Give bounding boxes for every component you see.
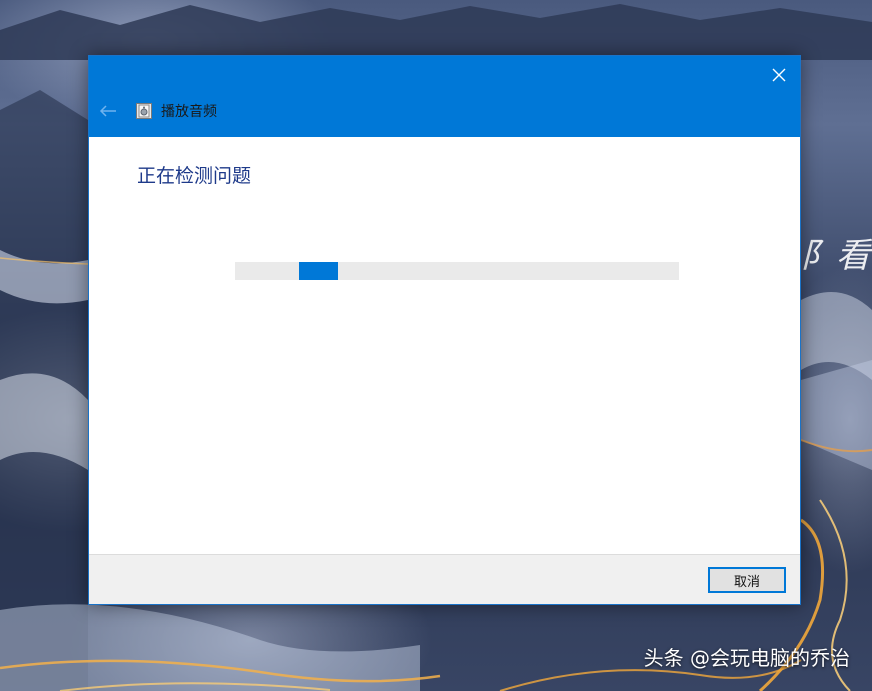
watermark: 头条 @会玩电脑的乔治	[643, 646, 850, 670]
progress-indicator	[299, 262, 338, 280]
back-arrow-icon	[99, 105, 116, 117]
progress-bar	[235, 262, 679, 280]
page-heading: 正在检测问题	[137, 165, 252, 187]
speaker-icon	[136, 103, 152, 119]
app-title: 播放音频	[161, 104, 217, 120]
cancel-button[interactable]: 取消	[708, 567, 786, 593]
dialog-footer: 取消	[89, 554, 800, 604]
wallpaper-handwriting: 阝看风	[800, 236, 872, 276]
close-icon	[772, 68, 786, 82]
title-bar: 播放音频	[89, 56, 800, 137]
back-button[interactable]	[97, 100, 119, 122]
desktop-wallpaper: 阝看风 播放音频 正在检测问题	[0, 0, 872, 691]
troubleshooter-dialog: 播放音频 正在检测问题 取消	[88, 55, 801, 605]
close-button[interactable]	[764, 60, 794, 90]
